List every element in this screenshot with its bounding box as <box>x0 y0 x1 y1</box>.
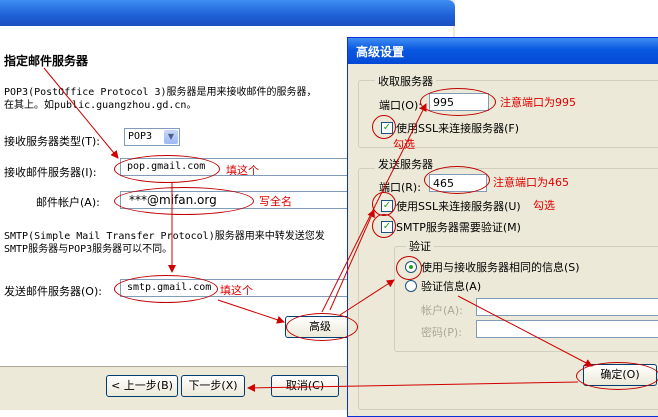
arrow-heading-to-incoming <box>43 67 119 159</box>
arrow-ok-to-next <box>247 381 579 392</box>
annotation-arrows <box>43 67 593 392</box>
arrow-advanced-to-ssl <box>329 209 375 311</box>
arrow-advanced-to-port-in <box>321 103 427 313</box>
arrow-auth-to-ok <box>457 295 593 367</box>
arrow-advanced-to-auth <box>339 279 395 316</box>
arrow-outgoing-to-advanced <box>217 299 285 324</box>
